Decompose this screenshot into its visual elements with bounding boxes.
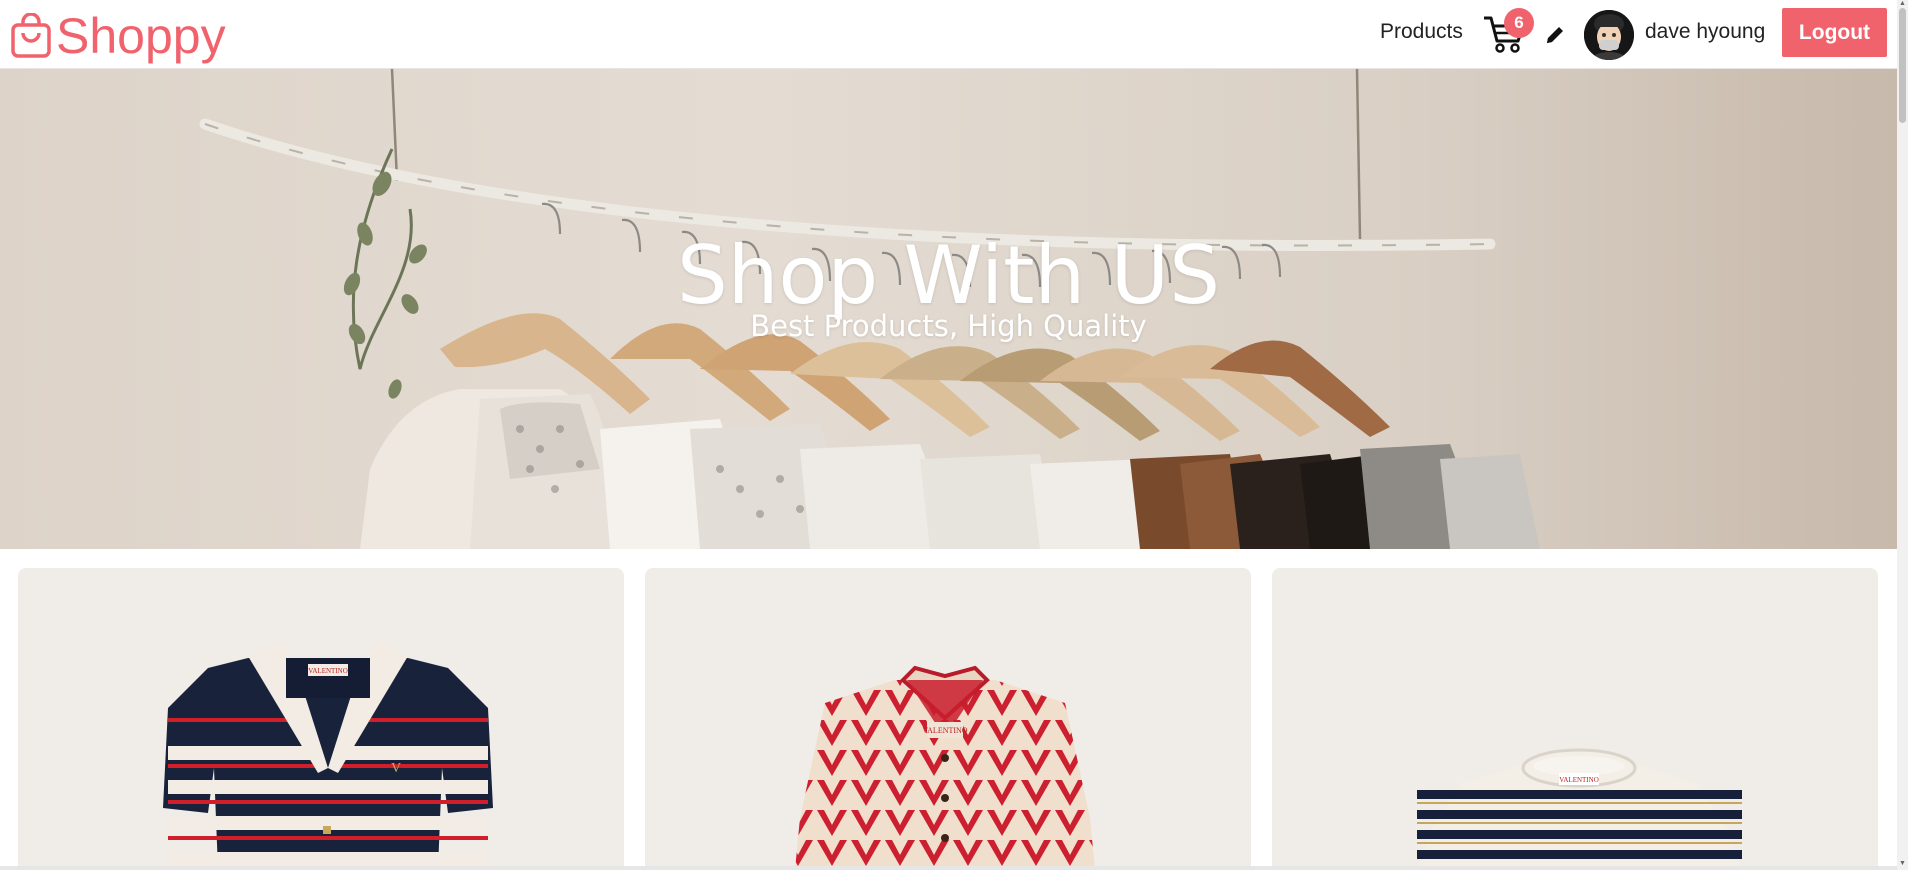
product-card[interactable]: VALENTINO: [645, 568, 1251, 870]
window-bottom-edge: [0, 866, 1897, 870]
scroll-up-icon[interactable]: ▲: [1898, 0, 1907, 8]
svg-text:VALENTINO: VALENTINO: [1559, 776, 1599, 784]
products-link[interactable]: Products: [1380, 20, 1463, 44]
brand-logo-link[interactable]: Shoppy: [10, 10, 226, 62]
scrollbar-thumb[interactable]: [1899, 8, 1906, 123]
svg-text:V: V: [391, 761, 401, 776]
product-card[interactable]: VALENTINO: [1272, 568, 1878, 870]
product-card[interactable]: VALENTINO V: [18, 568, 624, 870]
svg-text:VALENTINO: VALENTINO: [308, 667, 348, 675]
hero-subtitle: Best Products, High Quality: [750, 309, 1147, 343]
product-image: VALENTINO V: [163, 638, 493, 870]
username-label[interactable]: dave hyoung: [1645, 20, 1765, 44]
product-image: VALENTINO: [795, 665, 1095, 870]
shopping-bag-icon: [11, 13, 51, 58]
navbar: Shoppy Products 6 dave hyoung Logout: [0, 0, 1897, 69]
cart-count-badge: 6: [1504, 8, 1534, 38]
brand-name: Shoppy: [56, 8, 226, 64]
product-grid: VALENTINO V VALENTINO VALENTINO: [0, 568, 1897, 870]
pencil-edit-icon[interactable]: [1544, 24, 1566, 46]
svg-text:VALENTINO: VALENTINO: [922, 726, 967, 735]
hero-banner: Shop With US Best Products, High Quality: [0, 69, 1897, 549]
logout-button[interactable]: Logout: [1782, 8, 1887, 57]
product-image: VALENTINO: [1417, 748, 1742, 870]
scroll-down-icon[interactable]: ▼: [1898, 860, 1907, 868]
vertical-scrollbar[interactable]: [1897, 0, 1908, 870]
user-avatar[interactable]: [1584, 10, 1634, 60]
